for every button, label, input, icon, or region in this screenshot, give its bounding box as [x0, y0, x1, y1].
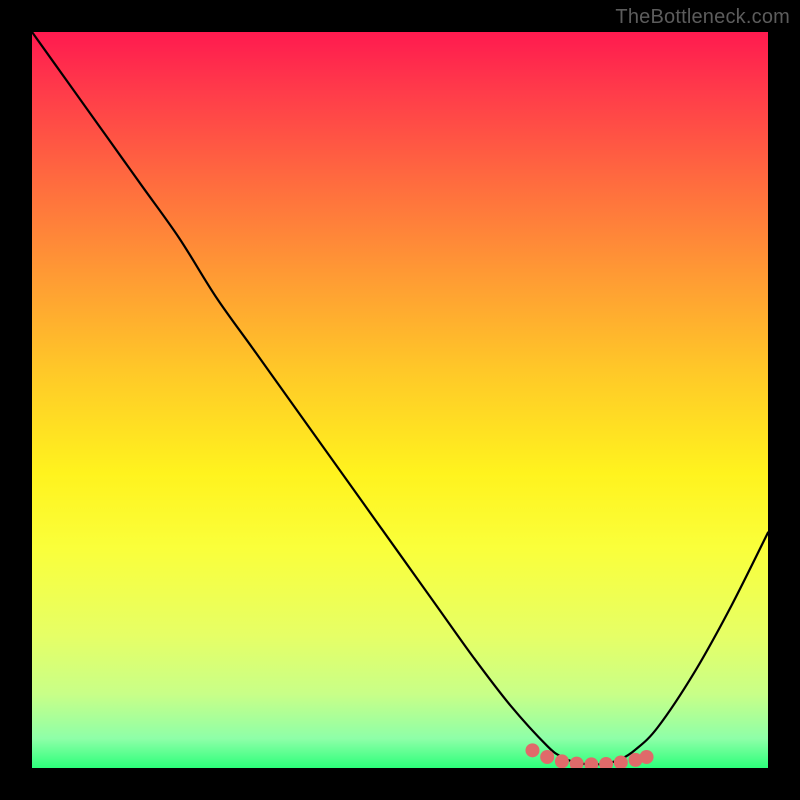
- optimal-marker: [599, 757, 613, 768]
- optimal-marker: [640, 750, 654, 764]
- optimal-marker: [540, 750, 554, 764]
- bottleneck-curve: [32, 32, 768, 764]
- chart-frame: TheBottleneck.com: [0, 0, 800, 800]
- curve-svg: [32, 32, 768, 768]
- optimal-marker: [525, 743, 539, 757]
- optimal-marker: [570, 757, 584, 768]
- optimal-zone-markers: [525, 743, 653, 768]
- optimal-marker: [584, 757, 598, 768]
- plot-area: [32, 32, 768, 768]
- optimal-marker: [555, 754, 569, 768]
- watermark-label: TheBottleneck.com: [615, 6, 790, 29]
